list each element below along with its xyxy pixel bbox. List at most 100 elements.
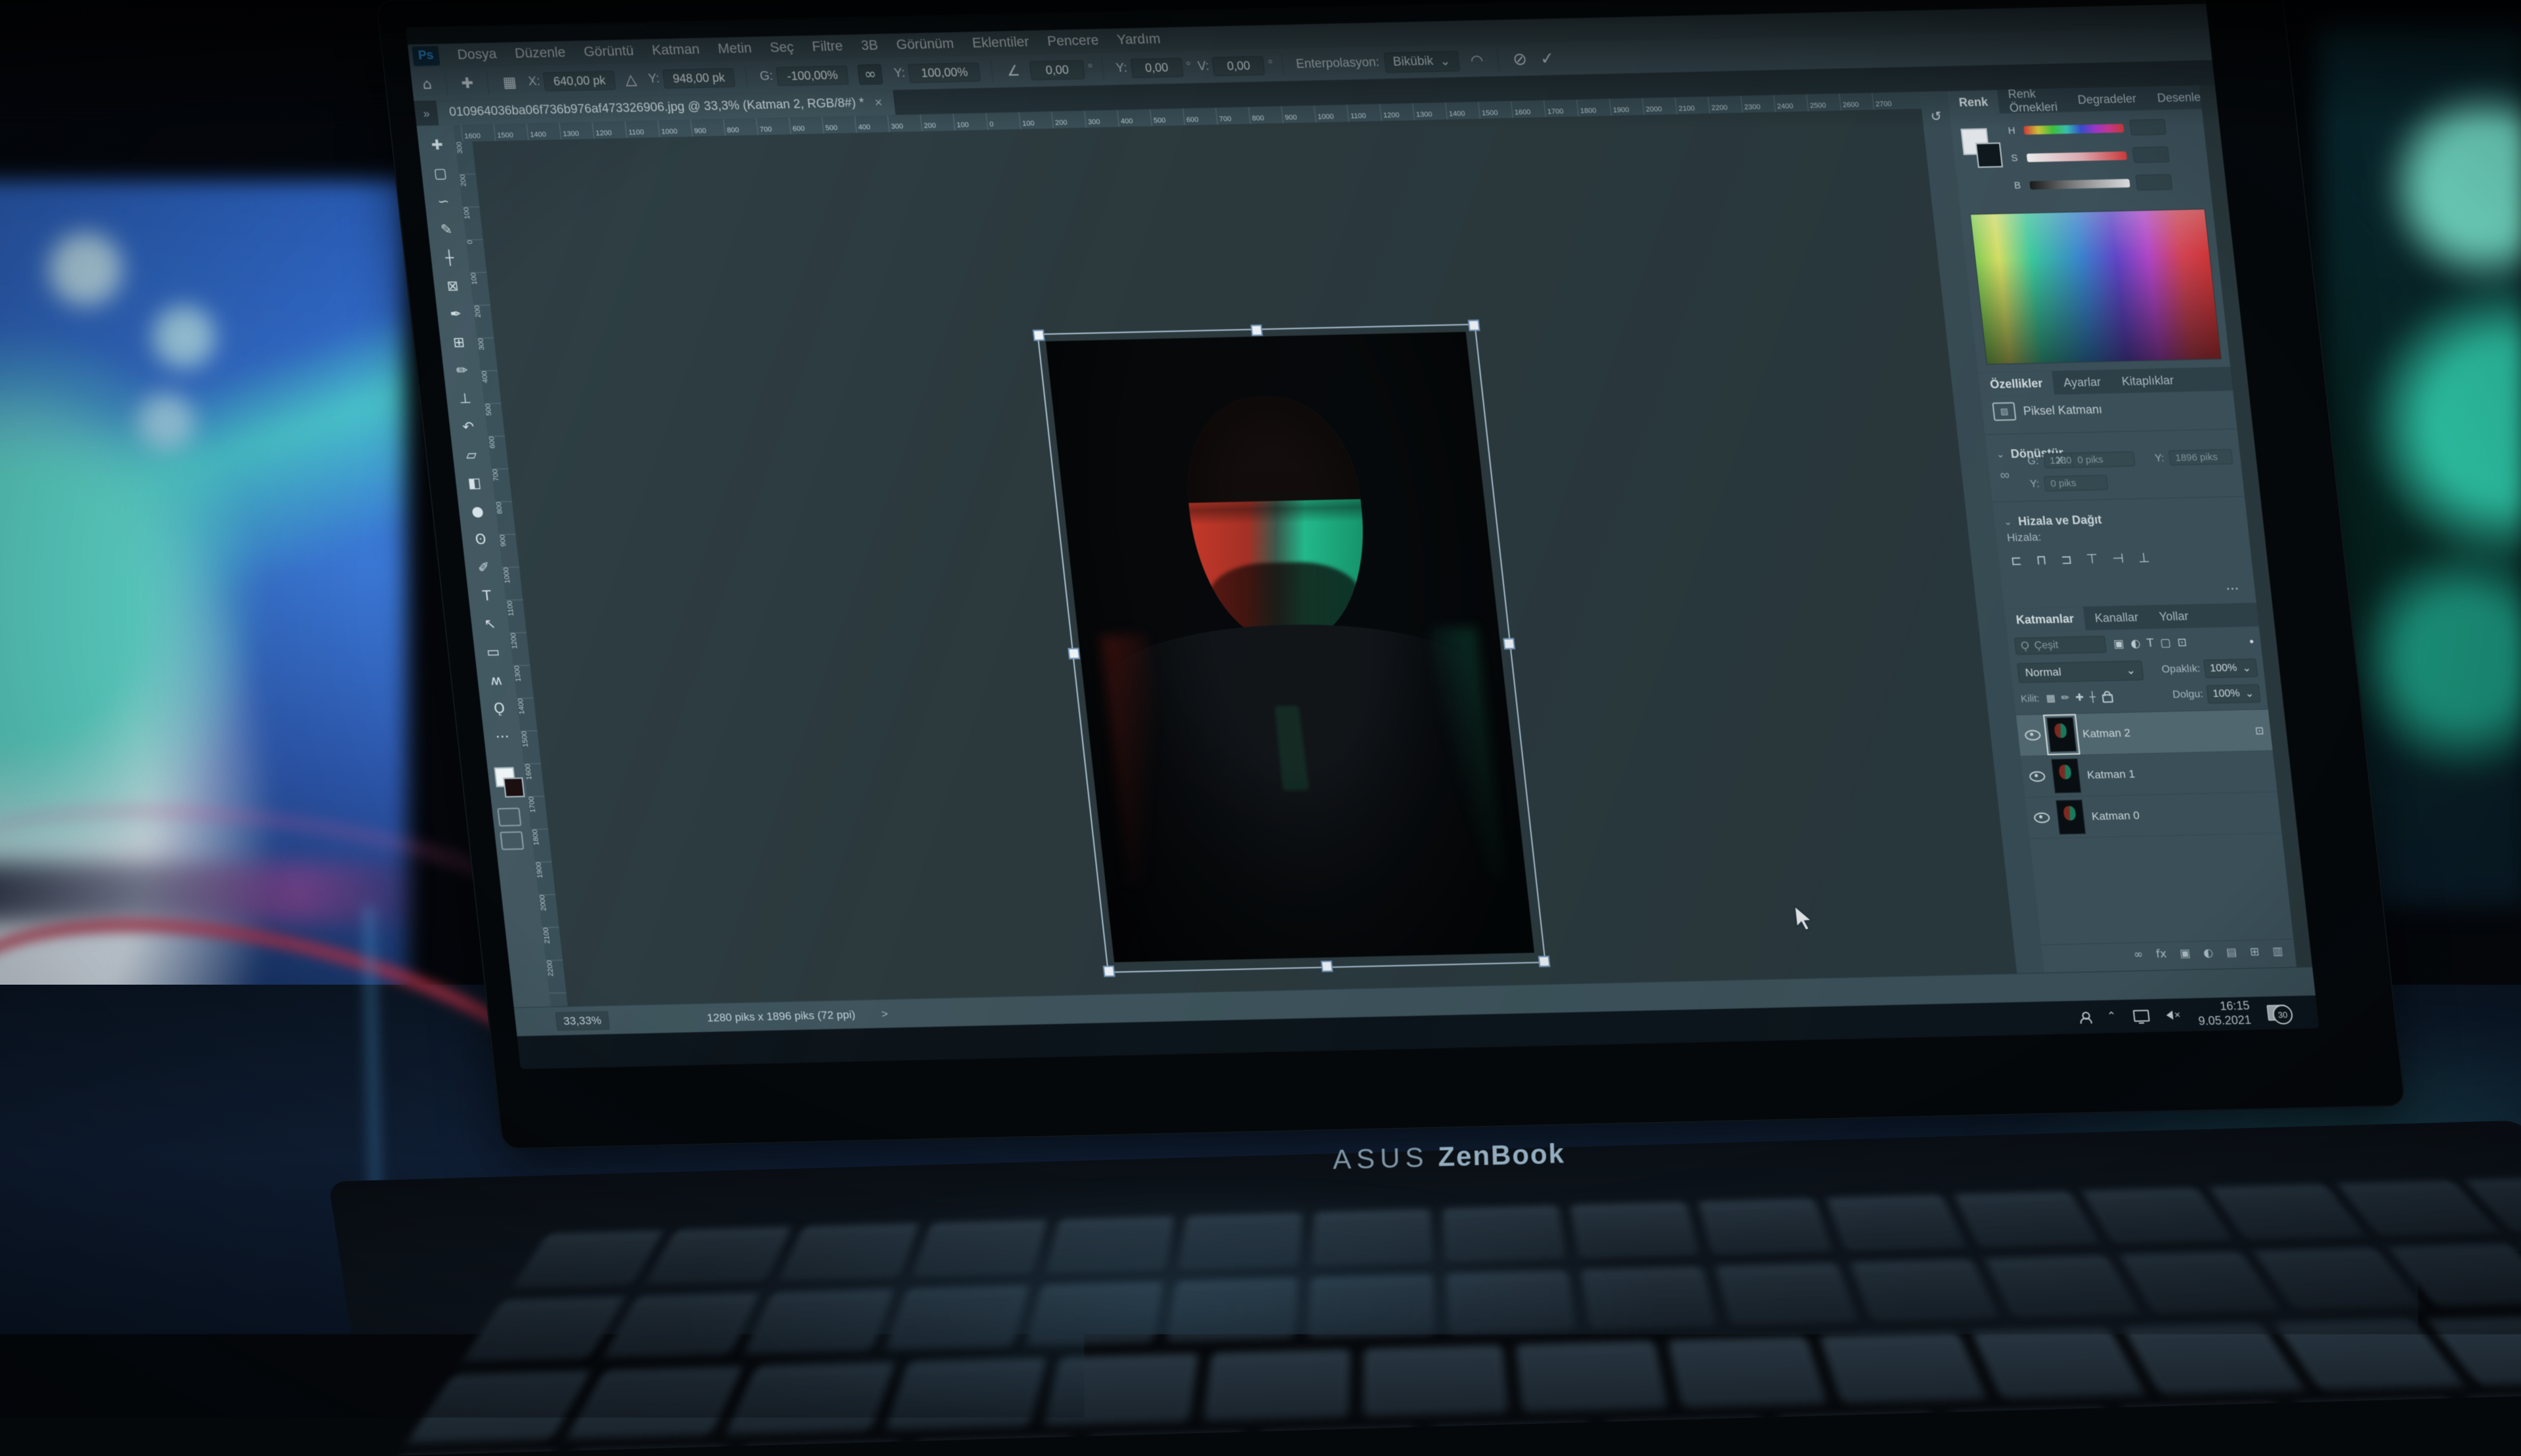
menu-item[interactable]: Eklentiler bbox=[962, 34, 1039, 52]
layer-thumbnail[interactable] bbox=[2051, 759, 2081, 794]
close-tab-icon[interactable]: × bbox=[874, 95, 883, 110]
screen-mode-button[interactable] bbox=[500, 831, 524, 850]
x-position-input[interactable]: 640,00 pk bbox=[543, 70, 616, 91]
lasso-tool-icon[interactable]: ∽ bbox=[429, 186, 458, 215]
eyedropper-tool-icon[interactable]: ✒ bbox=[441, 299, 471, 328]
warp-mode-icon[interactable]: ◠ bbox=[1470, 52, 1484, 68]
transform-field-input[interactable]: 1896 piks bbox=[2168, 449, 2233, 465]
slider-value-input[interactable] bbox=[2136, 174, 2173, 190]
home-icon[interactable]: ⌂ bbox=[421, 76, 433, 93]
lock-artboard-icon[interactable]: ┼ bbox=[2089, 691, 2096, 703]
fill-dropdown[interactable]: 100% ⌄ bbox=[2206, 684, 2260, 704]
align-center-h-icon[interactable]: ⊓ bbox=[2035, 552, 2047, 568]
filter-toggle-icon[interactable]: ● bbox=[2249, 636, 2254, 645]
transform-handle[interactable] bbox=[1067, 648, 1080, 659]
healing-brush-tool-icon[interactable]: ⊞ bbox=[444, 328, 474, 356]
menu-item[interactable]: Yardım bbox=[1107, 32, 1171, 49]
color-spectrum-picker[interactable] bbox=[1970, 209, 2222, 365]
menu-item[interactable]: Görüntü bbox=[574, 43, 644, 60]
visibility-eye-icon[interactable] bbox=[2029, 771, 2046, 782]
photoshop-logo[interactable]: Ps bbox=[412, 46, 440, 66]
lock-position-icon[interactable]: ✚ bbox=[2075, 691, 2084, 703]
transform-bounding-box[interactable] bbox=[1037, 324, 1546, 973]
history-panel-icon[interactable]: ↺ bbox=[1922, 102, 1951, 131]
slider-value-input[interactable] bbox=[2129, 119, 2166, 135]
color-slider[interactable] bbox=[2029, 179, 2130, 189]
pen-tool-icon[interactable]: ✐ bbox=[469, 553, 498, 582]
brush-tool-icon[interactable]: ✏ bbox=[447, 356, 477, 385]
panel-tab[interactable]: Renk bbox=[1947, 90, 2000, 115]
quick-mask-button[interactable] bbox=[497, 807, 521, 826]
align-right-icon[interactable]: ⊐ bbox=[2060, 551, 2073, 567]
frame-tool-icon[interactable]: ⊠ bbox=[438, 271, 467, 300]
zoom-tool-icon[interactable]: Ǫ bbox=[485, 694, 514, 723]
link-dimensions-icon[interactable]: ∞ bbox=[857, 64, 884, 85]
v-skew-input[interactable]: 0,00 bbox=[1212, 56, 1265, 76]
y-position-input[interactable]: 948,00 pk bbox=[662, 68, 735, 88]
eraser-tool-icon[interactable]: ▱ bbox=[457, 440, 486, 469]
menu-item[interactable]: Filtre bbox=[802, 39, 853, 56]
commit-transform-icon[interactable]: ✓ bbox=[1539, 49, 1555, 68]
align-bottom-icon[interactable]: ⊥ bbox=[2138, 549, 2151, 565]
color-slider[interactable] bbox=[2023, 123, 2124, 134]
interpolation-dropdown[interactable]: Bikübik ⌄ bbox=[1383, 51, 1460, 72]
speaker-muted-icon[interactable]: ✕ bbox=[2166, 1010, 2182, 1019]
hidden-icons-chevron[interactable]: ⌃ bbox=[2106, 1010, 2117, 1023]
adjustment-layer-icon[interactable]: ◐ bbox=[2203, 947, 2214, 960]
transform-field-input[interactable]: 0 piks bbox=[2044, 475, 2109, 491]
filter-shape-layers-icon[interactable]: ▢ bbox=[2159, 636, 2171, 649]
tab-overflow-icon[interactable]: » bbox=[414, 107, 439, 126]
delete-layer-icon[interactable]: ▥ bbox=[2272, 945, 2283, 958]
blend-mode-dropdown[interactable]: Normal ⌄ bbox=[2017, 660, 2144, 683]
panel-tab[interactable]: Kanallar bbox=[2083, 605, 2150, 630]
menu-item[interactable]: Pencere bbox=[1037, 33, 1109, 50]
marquee-tool-icon[interactable]: ▢ bbox=[425, 158, 455, 187]
status-chevron-icon[interactable]: > bbox=[881, 1008, 889, 1021]
cancel-transform-icon[interactable]: ⊘ bbox=[1512, 49, 1528, 69]
transform-handle[interactable] bbox=[1103, 966, 1115, 977]
height-scale-input[interactable]: 100,00% bbox=[908, 62, 981, 83]
filter-type-layers-icon[interactable]: T bbox=[2146, 637, 2155, 650]
network-display-icon[interactable] bbox=[2133, 1010, 2150, 1022]
panel-tab[interactable]: Degradeler bbox=[2066, 87, 2148, 112]
panel-tab[interactable]: Desenler bbox=[2145, 85, 2216, 110]
layer-thumbnail[interactable] bbox=[2056, 800, 2086, 834]
transform-handle[interactable] bbox=[1321, 960, 1333, 972]
chevron-down-icon[interactable]: ⌄ bbox=[1996, 449, 2005, 460]
background-color-swatch[interactable] bbox=[503, 777, 525, 798]
canvas-area[interactable] bbox=[472, 109, 2017, 1006]
width-scale-input[interactable]: -100,00% bbox=[776, 65, 849, 85]
hand-tool-icon[interactable]: ʍ bbox=[481, 666, 511, 695]
quick-selection-tool-icon[interactable]: ✎ bbox=[432, 215, 462, 244]
link-dimensions-icon[interactable]: ∞ bbox=[1999, 467, 2030, 483]
gradient-tool-icon[interactable]: ◧ bbox=[460, 468, 489, 497]
panel-tab[interactable]: Kitaplıklar bbox=[2110, 368, 2186, 393]
align-top-icon[interactable]: ⊤ bbox=[2086, 551, 2099, 567]
path-select-tool-icon[interactable]: ↖ bbox=[475, 609, 505, 638]
menu-item[interactable]: Seç bbox=[760, 39, 804, 56]
panel-tab[interactable]: Katmanlar bbox=[2004, 607, 2086, 632]
align-left-icon[interactable]: ⊏ bbox=[2010, 552, 2023, 568]
more-options-icon[interactable]: ⋯ bbox=[2225, 580, 2240, 597]
visibility-eye-icon[interactable] bbox=[2024, 730, 2041, 741]
notification-center-icon[interactable]: 30 bbox=[2266, 1004, 2287, 1021]
menu-item[interactable]: 3B bbox=[851, 37, 888, 54]
window-maximize-icon[interactable]: ▢ bbox=[2149, 0, 2159, 1]
panel-tab[interactable]: Özellikler bbox=[1978, 371, 2054, 396]
zoom-level-input[interactable]: 33,33% bbox=[555, 1011, 610, 1031]
taskbar-clock[interactable]: 16:15 9.05.2021 bbox=[2196, 999, 2252, 1029]
reference-point-icon[interactable]: ▦ bbox=[502, 74, 518, 91]
background-color-swatch[interactable] bbox=[1975, 142, 2003, 168]
lock-pixels-icon[interactable]: ✏ bbox=[2061, 692, 2071, 704]
menu-item[interactable]: Görünüm bbox=[886, 36, 964, 54]
layer-mask-icon[interactable]: ▣ bbox=[2179, 947, 2191, 960]
layer-thumbnail[interactable] bbox=[2046, 717, 2077, 752]
lock-transparency-icon[interactable]: ▦ bbox=[2045, 692, 2056, 704]
menu-item[interactable]: Dosya bbox=[448, 47, 507, 64]
new-layer-icon[interactable]: ⊞ bbox=[2249, 945, 2260, 958]
people-icon[interactable] bbox=[2079, 1012, 2091, 1022]
color-slider[interactable] bbox=[2027, 151, 2127, 161]
lock-all-icon[interactable] bbox=[2101, 694, 2113, 702]
h-skew-input[interactable]: 0,00 bbox=[1130, 58, 1183, 78]
type-tool-icon[interactable]: T bbox=[472, 581, 502, 610]
